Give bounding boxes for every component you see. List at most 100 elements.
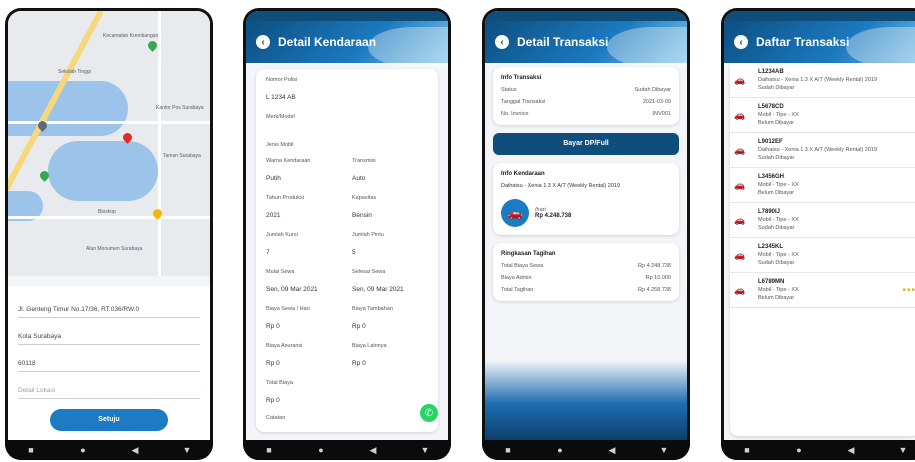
back-icon[interactable]: ◀ <box>605 445 619 456</box>
recents-icon[interactable]: ■ <box>501 445 515 455</box>
loading-dots-icon: ••• <box>902 284 915 296</box>
car-icon: 🚗 <box>734 144 746 155</box>
detail-value: Sen, 09 Mar 2021 <box>266 286 318 293</box>
home-icon[interactable]: ● <box>792 445 806 455</box>
hide-keyboard-icon[interactable]: ▼ <box>896 445 910 455</box>
detail-value: Rp 0 <box>266 360 280 367</box>
home-icon[interactable]: ● <box>553 445 567 455</box>
summary-key: Total Biaya Sewa <box>501 263 544 269</box>
list-item[interactable]: 🚗 L5678CD Mobil - Tipe - XX Belum Dibayar <box>730 98 915 133</box>
screen: ‹ Detail Transaksi Info Transaksi Status… <box>485 11 687 440</box>
section-title: Info Transaksi <box>501 75 542 81</box>
detail-item: Jenis Mobil <box>266 142 428 148</box>
list-item[interactable]: 🚗 L3456GH Mobil - Tipe - XX Belum Dibayar <box>730 168 915 203</box>
vehicle-name: Daihatsu - Xenia 1.3 X A/T (Weekly Renta… <box>501 183 621 189</box>
recents-icon[interactable]: ■ <box>262 445 276 455</box>
detail-grid: Warna Kendaraan Putih Transmisi Auto Tahun… <box>266 158 428 370</box>
map-label: Taman Surabaya <box>163 153 201 159</box>
list-item[interactable]: 🚗 L9012EF Daihatsu - Xenia 1.3 X A/T (Week… <box>730 133 915 168</box>
detail-label: Selesai Sewa <box>352 269 386 275</box>
detail-label: Warna Kendaraan <box>266 158 311 164</box>
summary-row: Biaya Admin Rp 10.000 <box>501 275 671 281</box>
whatsapp-icon[interactable]: ✆ <box>420 404 438 422</box>
plate-number: L6789MN <box>758 279 785 285</box>
detail-value: Sen, 09 Mar 2021 <box>352 286 404 293</box>
place-marker-icon <box>146 39 159 52</box>
detail-item: Warna Kendaraan Putih <box>266 158 342 185</box>
detail-value: Rp 0 <box>266 323 280 330</box>
price-value: Rp 4.248.738 <box>535 213 572 219</box>
back-icon[interactable]: ◀ <box>844 445 858 456</box>
page-title: Daftar Transaksi <box>756 35 850 49</box>
plate-number: L7890IJ <box>758 209 781 215</box>
car-name: Mobil - Tipe - XX <box>758 252 799 258</box>
page-title: Detail Transaksi <box>517 35 609 49</box>
detail-label: Biaya Sewa / Hari <box>266 306 310 312</box>
home-icon[interactable]: ● <box>76 445 90 455</box>
section-title: Info Kendaraan <box>501 171 545 177</box>
address-field[interactable]: Jl. Genteng Timur No.17/36, RT.036/RW.0 <box>18 294 200 318</box>
plate-number: L9012EF <box>758 139 783 145</box>
map-label: Kecamatan Krembangan <box>103 33 159 39</box>
detail-label: Biaya Lainnya <box>352 343 387 349</box>
summary-value: Rp 4.258.738 <box>637 287 671 293</box>
detail-value: Rp 0 <box>352 360 366 367</box>
phone-transaction-detail-screen: ‹ Detail Transaksi Info Transaksi Status… <box>482 8 690 460</box>
app-header: ‹ Daftar Transaksi <box>724 21 915 67</box>
info-row: Status Sudah Dibayar <box>501 87 671 93</box>
status-text: Belum Dibayar <box>758 295 795 301</box>
detail-item: Total Biaya Rp 0 <box>266 380 428 407</box>
info-key: No. Invoice <box>501 111 529 117</box>
summary-key: Total Tagihan <box>501 287 534 293</box>
plate-number: L1234AB <box>758 69 784 75</box>
detail-label: Nomor Polisi <box>266 77 298 83</box>
plate-number: L3456GH <box>758 174 785 180</box>
info-row: No. Invoice INV001 <box>501 111 671 117</box>
detail-label: Transmisi <box>352 158 376 164</box>
recents-icon[interactable]: ■ <box>740 445 754 455</box>
detail-item: Nomor Polisi L 1234 AB <box>266 77 428 104</box>
agree-button[interactable]: Setuju <box>50 409 168 431</box>
detail-value: 5 <box>352 249 356 256</box>
list-item[interactable]: 🚗 L7890IJ Mobil - Tipe - XX Sudah Dibayar <box>730 203 915 238</box>
detail-value: Bensin <box>352 212 372 219</box>
postal-field[interactable]: 60118 <box>18 348 200 372</box>
back-button[interactable]: ‹ <box>256 35 270 49</box>
home-icon[interactable]: ● <box>314 445 328 455</box>
detail-value: 2021 <box>266 212 281 219</box>
phone-transaction-list-screen: ‹ Daftar Transaksi 🚗 L1234AB Daihatsu - Xe… <box>721 8 915 460</box>
status-text: Sudah Dibayar <box>758 85 795 91</box>
detail-label: Tahun Produksi <box>266 195 304 201</box>
location-note-field[interactable]: Detail Lokasi <box>18 375 200 399</box>
android-navbar: ■ ● ◀ ▼ <box>243 440 451 460</box>
status-text: Sudah Dibayar <box>758 155 795 161</box>
car-icon: 🚗 <box>734 74 746 85</box>
summary-row: Total Tagihan Rp 4.258.738 <box>501 287 671 293</box>
hide-keyboard-icon[interactable]: ▼ <box>180 445 194 455</box>
detail-item: Kapasitas Bensin <box>352 195 428 222</box>
pay-button[interactable]: Bayar DP/Full <box>493 133 679 155</box>
detail-item: Biaya Lainnya Rp 0 <box>352 343 428 370</box>
recents-icon[interactable]: ■ <box>24 445 38 455</box>
list-item[interactable]: 🚗 L6789MN Mobil - Tipe - XX Belum Dibayar ••… <box>730 273 915 308</box>
city-field[interactable]: Kota Surabaya <box>18 321 200 345</box>
list-item[interactable]: 🚗 L2345KL Mobil - Tipe - XX Sudah Dibayar <box>730 238 915 273</box>
car-name: Mobil - Tipe - XX <box>758 112 799 118</box>
info-key: Tanggal Transaksi <box>501 99 546 105</box>
summary-value: Rp 4.248.738 <box>637 263 671 269</box>
car-icon: 🚗 <box>734 179 746 190</box>
back-button[interactable]: ‹ <box>495 35 509 49</box>
car-icon: 🚗 <box>734 109 746 120</box>
back-button[interactable]: ‹ <box>734 35 748 49</box>
status-text: Sudah Dibayar <box>758 260 795 266</box>
back-icon[interactable]: ◀ <box>366 445 380 456</box>
back-icon[interactable]: ◀ <box>128 445 142 456</box>
detail-label: Biaya Tambahan <box>352 306 393 312</box>
info-row: Tanggal Transaksi 2021-03-09 <box>501 99 671 105</box>
hide-keyboard-icon[interactable]: ▼ <box>657 445 671 455</box>
detail-label: Total Biaya <box>266 380 293 386</box>
list-item[interactable]: 🚗 L1234AB Daihatsu - Xenia 1.3 X A/T (Week… <box>730 63 915 98</box>
hide-keyboard-icon[interactable]: ▼ <box>418 445 432 455</box>
car-icon: 🚗 <box>734 214 746 225</box>
map-view[interactable]: Kecamatan Krembangan Sekolah Tinggi Kant… <box>8 11 210 276</box>
